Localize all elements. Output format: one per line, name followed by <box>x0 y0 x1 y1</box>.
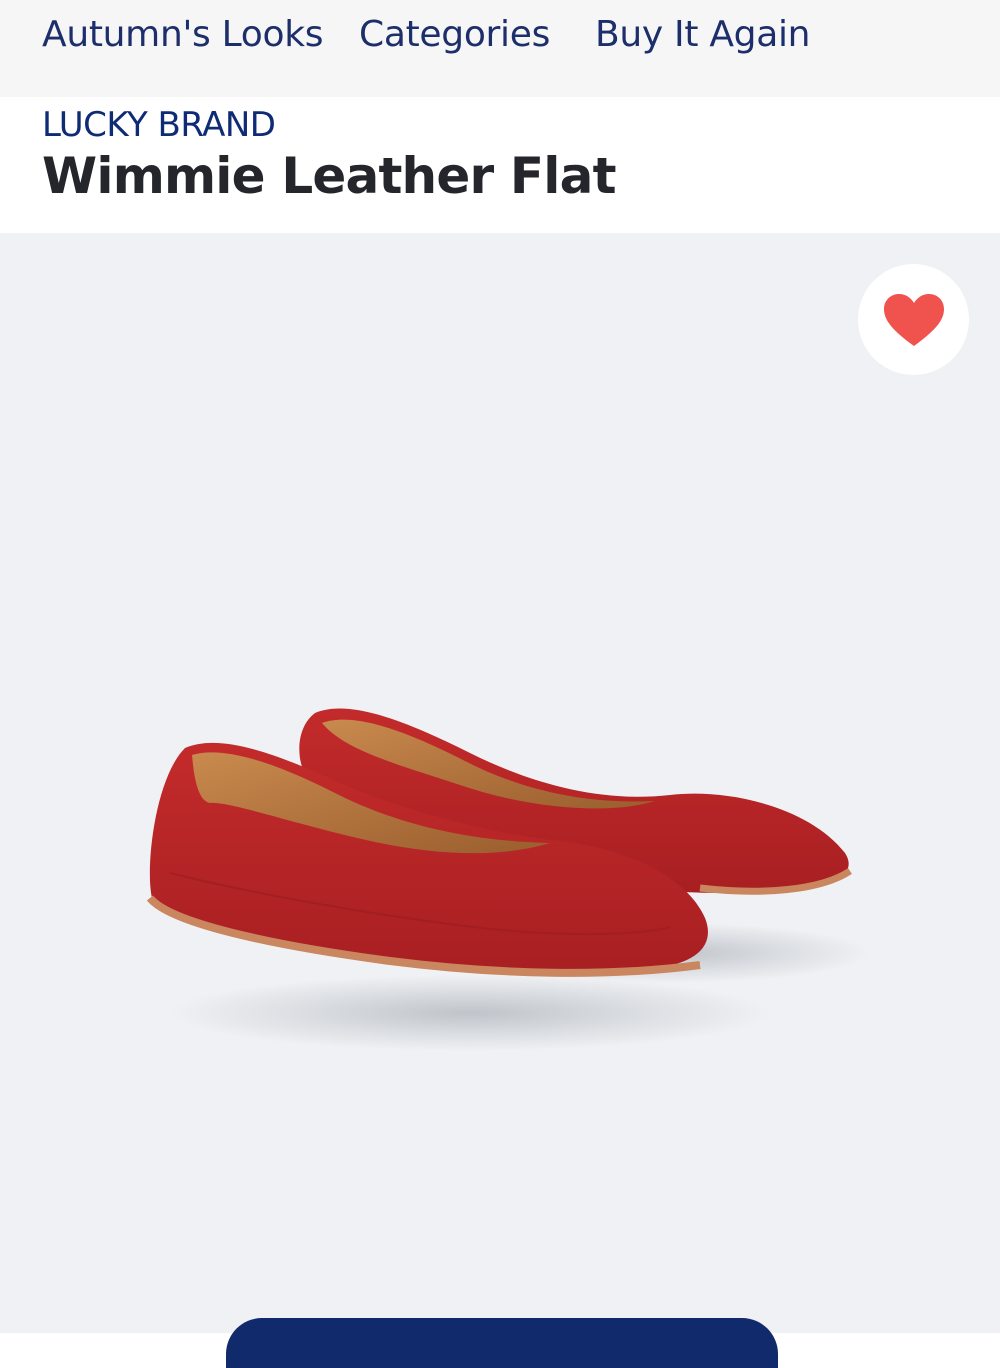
top-nav: Autumn's Looks Categories Buy It Again <box>0 0 1000 97</box>
favorite-button[interactable] <box>858 264 969 375</box>
add-to-bag-button[interactable] <box>226 1318 778 1368</box>
heart-icon <box>883 293 944 346</box>
product-brand-link[interactable]: LUCKY BRAND <box>42 105 276 145</box>
nav-link-autumns-looks[interactable]: Autumn's Looks <box>42 14 324 55</box>
product-title: Wimmie Leather Flat <box>42 147 616 205</box>
shoe-shadow-front <box>170 975 770 1051</box>
nav-link-categories[interactable]: Categories <box>359 14 550 55</box>
product-image <box>146 708 870 1051</box>
product-image-gallery[interactable] <box>0 233 1000 1368</box>
product-header: LUCKY BRAND Wimmie Leather Flat <box>0 97 1000 233</box>
nav-link-buy-it-again[interactable]: Buy It Again <box>595 14 811 55</box>
